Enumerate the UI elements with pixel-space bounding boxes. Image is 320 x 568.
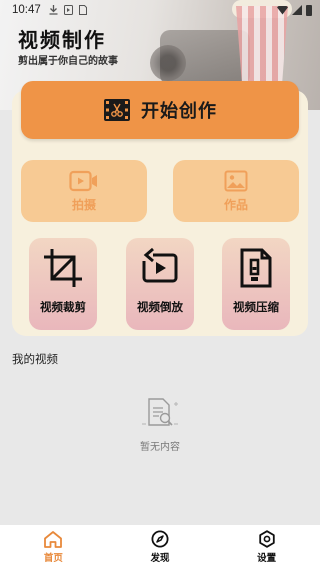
battery-icon xyxy=(306,4,312,16)
status-time: 10:47 xyxy=(12,4,41,16)
video-reverse-button[interactable]: 视频倒放 xyxy=(126,238,194,334)
bottom-nav: 首页 发现 设置 xyxy=(0,525,320,568)
crop-icon xyxy=(44,249,82,287)
notification-icon xyxy=(63,5,73,15)
wifi-icon xyxy=(277,5,288,15)
compass-icon xyxy=(151,530,169,547)
download-icon xyxy=(49,5,58,15)
start-create-label: 开始创作 xyxy=(141,101,217,122)
video-compress-button[interactable]: 视频压缩 xyxy=(222,238,290,334)
compress-file-icon xyxy=(240,248,272,288)
nav-label-settings: 设置 xyxy=(257,552,277,564)
sim-icon xyxy=(78,5,87,15)
my-videos-title: 我的视频 xyxy=(12,352,58,366)
start-create-button[interactable]: 开始创作 xyxy=(21,81,299,139)
signal-icon xyxy=(292,5,302,15)
nav-item-discover[interactable]: 发现 xyxy=(107,525,214,568)
video-camera-icon xyxy=(69,170,97,191)
video-crop-label: 视频裁剪 xyxy=(40,300,86,314)
empty-state: 暂无内容 xyxy=(0,396,320,453)
settings-icon xyxy=(258,529,275,548)
page-title: 视频制作 xyxy=(18,28,106,52)
nav-item-settings[interactable]: 设置 xyxy=(213,525,320,568)
empty-state-text: 暂无内容 xyxy=(140,442,180,453)
status-bar: 10:47 xyxy=(0,0,320,20)
home-icon xyxy=(44,530,63,548)
nav-label-discover: 发现 xyxy=(150,552,170,564)
shoot-label: 拍摄 xyxy=(71,197,96,212)
works-label: 作品 xyxy=(223,197,248,212)
video-crop-button[interactable]: 视频裁剪 xyxy=(29,238,97,334)
video-reverse-label: 视频倒放 xyxy=(137,300,183,314)
banner-lens-image xyxy=(150,45,186,81)
reverse-play-icon xyxy=(142,247,178,283)
works-button[interactable]: 作品 xyxy=(173,160,299,222)
image-icon xyxy=(224,170,248,191)
film-scissors-icon xyxy=(104,99,130,121)
video-compress-label: 视频压缩 xyxy=(233,300,279,314)
shoot-button[interactable]: 拍摄 xyxy=(21,160,147,222)
nav-item-home[interactable]: 首页 xyxy=(0,525,107,568)
nav-label-home: 首页 xyxy=(43,552,63,564)
empty-document-icon xyxy=(142,398,178,426)
page-subtitle: 剪出属于你自己的故事 xyxy=(18,56,118,67)
